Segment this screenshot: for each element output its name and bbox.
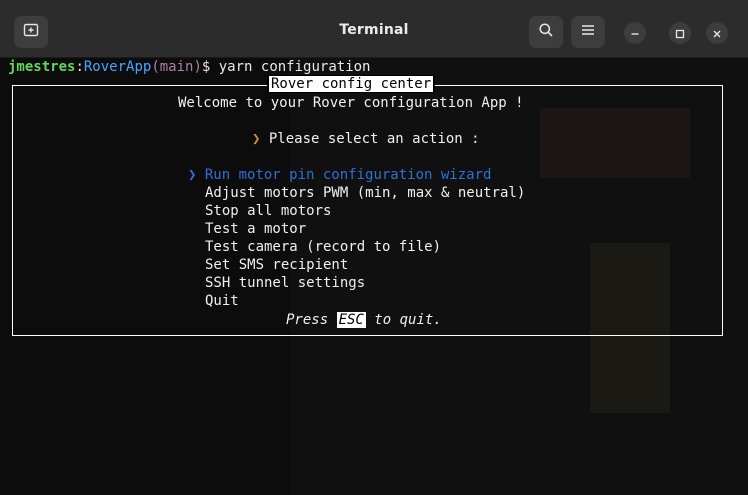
action-item[interactable]: SSH tunnel settings (205, 274, 365, 292)
config-dialog-box (12, 85, 723, 336)
action-item[interactable]: Quit (205, 292, 239, 310)
action-item[interactable]: Adjust motors PWM (min, max & neutral) (205, 184, 525, 202)
action-item-label: Run motor pin configuration wizard (204, 167, 492, 183)
close-button[interactable] (706, 22, 728, 44)
title-bar: Terminal (0, 0, 748, 58)
search-button[interactable] (529, 16, 563, 48)
action-item[interactable]: Test a motor (205, 220, 306, 238)
quit-hint: Press ESC to quit. (286, 311, 442, 329)
menu-button[interactable] (571, 16, 605, 48)
prompt-line: jmestres:RoverApp(main)$ yarn configurat… (8, 58, 370, 76)
prompt-path: RoverApp (83, 59, 152, 75)
config-dialog-title: Rover config center (267, 75, 436, 93)
action-prompt-text: Please select an action : (268, 131, 480, 147)
esc-key-badge: ESC (336, 312, 366, 328)
box-title-text: Rover config center (269, 76, 434, 92)
hamburger-menu-icon (580, 22, 596, 42)
minimize-button[interactable] (624, 22, 646, 44)
prompt-command: yarn configuration (210, 59, 371, 75)
minimize-icon (630, 24, 640, 43)
maximize-icon (675, 24, 685, 43)
selection-pointer-icon: ❯ (188, 167, 197, 183)
terminal-window: Terminal jmestres:RoverApp(main)$ yarn c… (0, 0, 748, 495)
close-icon (712, 24, 722, 43)
action-item[interactable]: Set SMS recipient (205, 256, 348, 274)
welcome-text: Welcome to your Rover configuration App … (178, 95, 524, 111)
prompt-branch: (main) (151, 59, 202, 75)
prompt-pointer-icon: ❯ (252, 131, 261, 147)
action-item[interactable]: Stop all motors (205, 202, 331, 220)
quit-hint-pre: Press (286, 312, 337, 328)
action-prompt: ❯ Please select an action : (252, 130, 480, 148)
maximize-button[interactable] (669, 22, 691, 44)
prompt-user: jmestres (8, 59, 76, 75)
action-item-selected[interactable]: ❯ Run motor pin configuration wizard (188, 166, 491, 184)
quit-hint-post: to quit. (365, 312, 442, 328)
action-item[interactable]: Test camera (record to file) (205, 238, 441, 256)
search-icon (538, 22, 554, 42)
prompt-separator: : (75, 59, 84, 75)
